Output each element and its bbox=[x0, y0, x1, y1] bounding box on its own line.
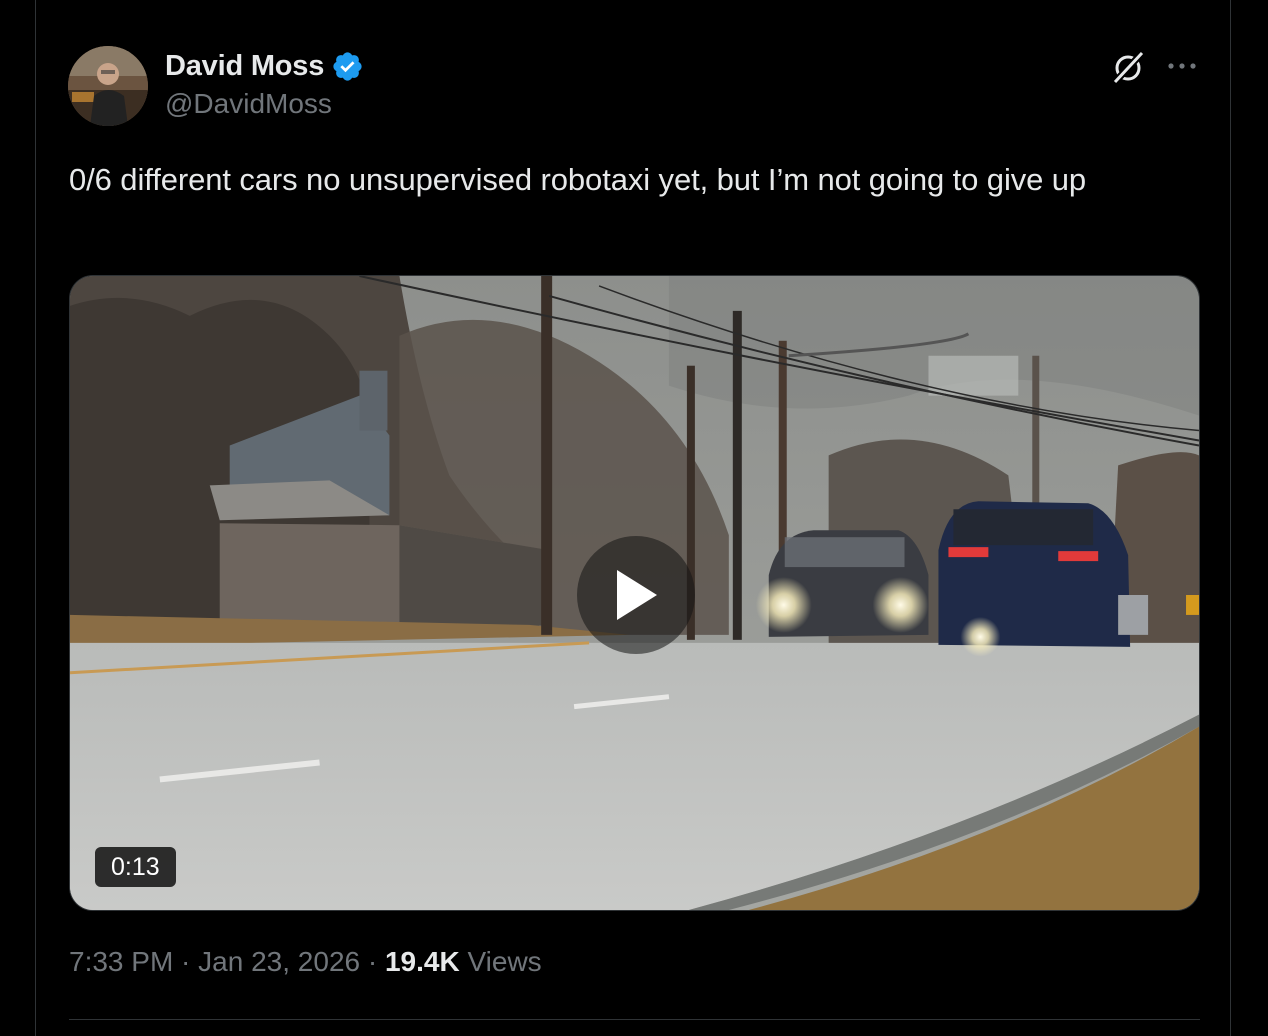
views-label: Views bbox=[459, 946, 542, 977]
author-handle[interactable]: @DavidMoss bbox=[165, 88, 332, 120]
divider bbox=[69, 1019, 1200, 1020]
video-player[interactable]: 0:13 bbox=[69, 275, 1200, 911]
play-icon bbox=[617, 570, 657, 620]
avatar[interactable] bbox=[68, 46, 148, 126]
verified-badge-icon[interactable] bbox=[331, 50, 364, 83]
tweet-time[interactable]: 7:33 PM bbox=[69, 946, 173, 977]
author-display-name[interactable]: David Moss bbox=[165, 50, 324, 83]
tweet-column: David Moss @DavidMoss 0/6 different cars… bbox=[35, 0, 1231, 1036]
video-duration-badge: 0:13 bbox=[95, 847, 176, 887]
meta-separator: · bbox=[360, 946, 385, 977]
views-count[interactable]: 19.4K bbox=[385, 946, 460, 977]
meta-separator: · bbox=[173, 946, 199, 977]
tweet-meta: 7:33 PM · Jan 23, 2026 · 19.4K Views bbox=[69, 946, 542, 978]
avatar-photo-icon bbox=[68, 46, 148, 126]
more-options-icon[interactable] bbox=[1165, 52, 1199, 80]
grok-icon[interactable] bbox=[1109, 48, 1147, 86]
author-name-row[interactable]: David Moss bbox=[165, 48, 364, 84]
play-button[interactable] bbox=[577, 536, 695, 654]
tweet-text: 0/6 different cars no unsupervised robot… bbox=[69, 162, 1087, 197]
tweet-date[interactable]: Jan 23, 2026 bbox=[198, 946, 360, 977]
